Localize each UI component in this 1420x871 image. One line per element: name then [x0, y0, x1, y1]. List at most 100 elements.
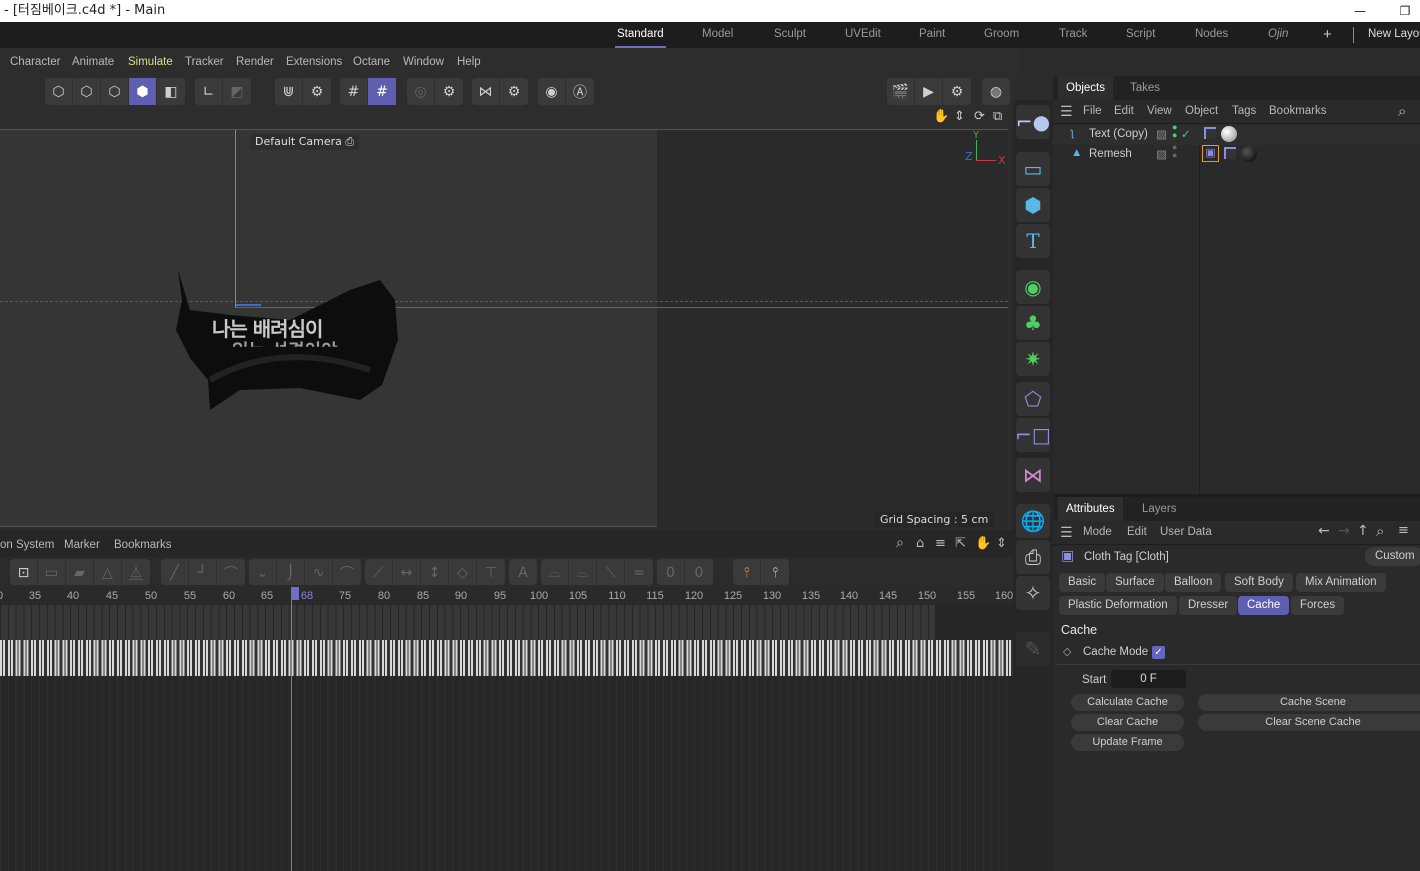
menu-character[interactable]: Character	[10, 56, 61, 68]
text-spline-icon[interactable]: T	[1016, 224, 1050, 258]
param-tab-surface[interactable]: Surface	[1106, 573, 1164, 592]
layout-tab-nodes[interactable]: Nodes	[1195, 28, 1228, 40]
visibility-dots[interactable]: ● ●	[1172, 143, 1177, 160]
back-arrow-icon[interactable]: ←	[1318, 523, 1330, 539]
layout-tab-uvedit[interactable]: UVEdit	[845, 28, 881, 40]
param-tab-mix-animation[interactable]: Mix Animation	[1296, 573, 1386, 592]
cache-scene-button[interactable]: Cache Scene	[1198, 694, 1420, 711]
edges-mode-icon[interactable]: ⬡	[73, 78, 101, 105]
lock-time-icon[interactable]: ↔	[393, 559, 421, 586]
layout-tab-sculpt[interactable]: Sculpt	[774, 28, 806, 40]
window-icon[interactable]: ▭	[38, 559, 66, 586]
pan-icon[interactable]: ✋	[933, 109, 949, 124]
open-window-icon[interactable]: ⇱	[955, 536, 966, 551]
attr-menu-user-data[interactable]: User Data	[1160, 526, 1212, 538]
phong-tag-icon[interactable]	[1224, 147, 1236, 159]
layer-toggle-icon[interactable]: ▨	[1156, 127, 1167, 141]
field-icon[interactable]: ⌐□	[1015, 418, 1051, 452]
tab-attributes[interactable]: Attributes	[1058, 497, 1123, 521]
break-tangent-icon[interactable]: ⟋	[365, 559, 393, 586]
edit-icon[interactable]: ✎	[1016, 632, 1050, 666]
tab-takes[interactable]: Takes	[1130, 82, 1160, 94]
new-layout-dropdown[interactable]: New Layout	[1368, 28, 1420, 40]
menu-animate[interactable]: Animate	[72, 56, 114, 68]
subdivision-icon[interactable]: ◉	[1016, 270, 1050, 304]
render-to-picture-viewer-icon[interactable]: ▶	[915, 78, 943, 105]
param-tab-basic[interactable]: Basic	[1059, 573, 1106, 592]
object-row-text-copy[interactable]: ʅ Text (Copy) ▨ ● ● ✓	[1053, 123, 1420, 145]
filter-icon[interactable]: ≡	[1398, 523, 1409, 538]
zoom-vertical-icon[interactable]: ⇕	[996, 536, 1007, 551]
frame-all-icon[interactable]: ⊡	[10, 559, 38, 586]
cube-icon[interactable]: ⬢	[1016, 188, 1050, 222]
calculate-cache-button[interactable]: Calculate Cache	[1071, 694, 1184, 711]
auto-solo-icon[interactable]: Ⓐ	[566, 78, 594, 105]
ease-icon[interactable]: ⌒	[217, 559, 245, 586]
layout-tab-paint[interactable]: Paint	[919, 28, 945, 40]
search-icon[interactable]: ⌕	[896, 535, 904, 551]
timeline-summary-track[interactable]	[0, 605, 935, 640]
minimize-button[interactable]: —	[1345, 0, 1375, 22]
iron-icon[interactable]: ▰	[66, 559, 94, 586]
zero-angle-icon[interactable]: 0	[657, 559, 685, 586]
clamp-icon[interactable]: ⌓	[541, 559, 569, 586]
menu-window[interactable]: Window	[403, 56, 444, 68]
filter-icon[interactable]: ≡	[935, 536, 946, 551]
symmetry-icon[interactable]: ⋈	[472, 78, 500, 105]
param-tab-forces[interactable]: Forces	[1291, 596, 1345, 615]
soft-selection-settings-icon[interactable]: ⚙	[435, 78, 463, 105]
auto-weight-icon[interactable]: A	[509, 559, 537, 586]
cloner-icon[interactable]: ♣	[1016, 306, 1050, 340]
material-tag-white[interactable]	[1221, 126, 1237, 142]
symmetry-settings-icon[interactable]: ⚙	[500, 78, 528, 105]
camera-label[interactable]: Default Camera ⎙	[250, 134, 360, 150]
axis-mode-icon[interactable]: ∟	[195, 78, 223, 105]
visibility-dots[interactable]: ● ●	[1172, 123, 1177, 140]
linear-icon[interactable]: ╱	[161, 559, 189, 586]
objects-menu-view[interactable]: View	[1147, 105, 1172, 117]
octane-live-viewer-icon[interactable]: ◍	[982, 78, 1010, 105]
maximize-view-icon[interactable]: ⧉	[993, 109, 1002, 124]
zero-length-icon[interactable]: 0	[685, 559, 713, 586]
clear-cache-button[interactable]: Clear Cache	[1071, 714, 1184, 731]
start-frame-input[interactable]: 0 F	[1111, 670, 1186, 688]
forward-arrow-icon[interactable]: →	[1338, 523, 1350, 539]
objects-menu-object[interactable]: Object	[1185, 105, 1218, 117]
add-marker-icon[interactable]: ⫯	[733, 559, 761, 586]
param-tab-plastic-deformation[interactable]: Plastic Deformation	[1059, 596, 1177, 615]
layout-tab-track[interactable]: Track	[1059, 28, 1087, 40]
timeline-menu-motion-system[interactable]: on System	[0, 539, 54, 551]
search-icon[interactable]: ⌕	[1376, 522, 1384, 540]
update-frame-button[interactable]: Update Frame	[1071, 734, 1184, 751]
restore-button[interactable]: ❐	[1390, 0, 1420, 22]
layer-toggle-icon[interactable]: ▨	[1156, 147, 1167, 161]
menu-simulate[interactable]: Simulate	[128, 56, 173, 68]
search-icon[interactable]: ⌕	[1398, 102, 1406, 120]
locked-grid-icon[interactable]: #	[368, 78, 396, 105]
points-mode-icon[interactable]: ⬡	[45, 78, 73, 105]
param-tab-balloon[interactable]: Balloon	[1165, 573, 1222, 592]
viewport-canvas[interactable]: Default Camera ⎙ 나는 배려심이 있는 성격이야 Y X Z G…	[0, 129, 1008, 528]
param-tab-dresser[interactable]: Dresser	[1179, 596, 1238, 615]
light-icon[interactable]: ✧	[1016, 576, 1050, 610]
objects-menu-file[interactable]: File	[1083, 105, 1102, 117]
layout-tab-groom[interactable]: Groom	[984, 28, 1019, 40]
camera-object-icon[interactable]: ⎙	[1016, 540, 1050, 574]
step-icon[interactable]: ┘	[189, 559, 217, 586]
pan-icon[interactable]: ✋	[975, 536, 991, 551]
layout-tab-model[interactable]: Model	[702, 28, 733, 40]
snap-magnet-icon[interactable]: ⋓	[275, 78, 303, 105]
move-camera-icon[interactable]: ⇕	[954, 109, 965, 124]
keyframe-track[interactable]	[0, 640, 1013, 676]
fixed-slope-icon[interactable]: ⌓	[569, 559, 597, 586]
model-mode-icon[interactable]: ⬢	[129, 78, 157, 105]
timeline-menu-marker[interactable]: Marker	[64, 539, 100, 551]
soft-selection-icon[interactable]: ◎	[407, 78, 435, 105]
deformer-icon[interactable]: ⬠	[1016, 382, 1050, 416]
spline-rectangle-icon[interactable]: ▭	[1016, 152, 1050, 186]
equal-icon[interactable]: =	[625, 559, 653, 586]
param-tab-soft-body[interactable]: Soft Body	[1225, 573, 1293, 592]
objects-menu-tags[interactable]: Tags	[1232, 105, 1256, 117]
new-marker-icon[interactable]: ⫯	[761, 559, 789, 586]
overshoot-icon[interactable]: ⟍	[597, 559, 625, 586]
